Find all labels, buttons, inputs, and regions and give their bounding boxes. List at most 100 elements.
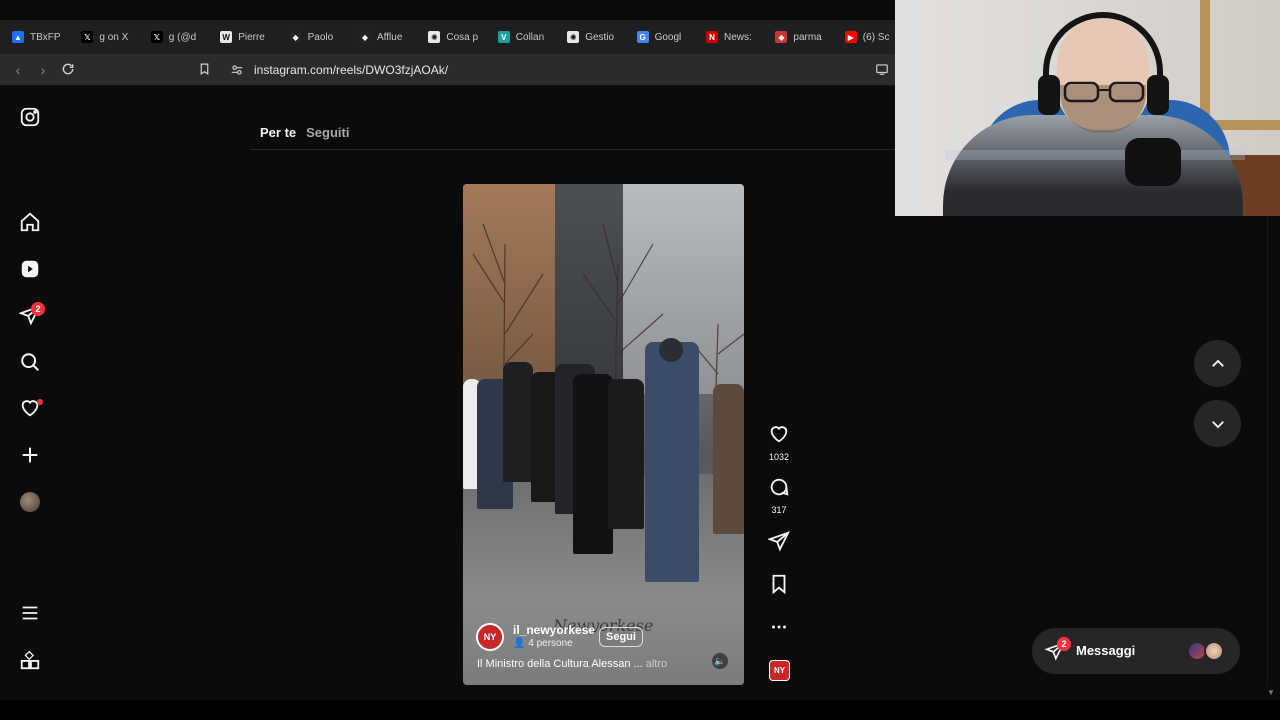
scene-person [573,374,613,554]
site-icon: ◆ [289,31,302,43]
forward-icon[interactable]: › [35,62,51,78]
news-icon: N [706,31,718,43]
more-apps-icon[interactable] [18,648,42,672]
like-button[interactable]: 1032 [767,423,791,462]
browser-tab-label: Paolo [307,31,334,43]
scene-person [659,338,683,362]
scene-person [713,384,744,534]
chevron-down-icon [1211,420,1224,428]
webcam-headset-ear [1038,75,1060,115]
v-icon: V [497,31,510,43]
browser-tab-label: g (@d [168,31,197,43]
site-info-icon[interactable] [230,63,244,82]
comment-icon [770,478,789,496]
browser-tab[interactable]: ◆ parma [775,26,835,48]
like-count: 1032 [768,452,790,462]
browser-tab-label: News: [724,31,752,43]
tab-following[interactable]: Seguiti [306,125,349,140]
bookmark-page-icon[interactable] [196,62,212,78]
site-icon: ◆ [775,31,788,43]
reload-icon[interactable] [60,62,76,78]
comment-button[interactable]: 317 [767,476,791,515]
scrollbar[interactable] [1267,216,1280,686]
webcam-headset-ear [1147,75,1169,115]
heart-icon [770,426,788,443]
browser-tab[interactable]: 𝕏g (@d [150,26,211,48]
messages-label: Messaggi [1076,643,1136,658]
reel-people-label: 4 persone [528,638,573,649]
browser-tab-label: g on X [99,31,129,43]
reel-username[interactable]: il_newyorkese [513,623,595,637]
webcam-headset [1043,12,1163,102]
webcam-jacket-stripe [945,150,1245,160]
webcam-wall-mirror [1200,0,1280,130]
search-icon[interactable] [18,350,42,374]
profile-avatar[interactable] [18,490,42,514]
browser-tab[interactable]: ◆ Paolo [289,26,350,48]
person-icon: 👤 [513,638,526,649]
browser-tab[interactable]: W Pierre [220,26,280,48]
x-icon: 𝕏 [150,31,163,43]
browser-tab-label: TBxFP [30,31,61,43]
browser-tab-label: (6) Sc [862,31,890,43]
scroll-down-arrow-icon[interactable]: ▼ [1267,688,1275,697]
url-text[interactable]: instagram.com/reels/DWO3fzjAOAk/ [254,63,448,77]
menu-icon[interactable] [18,601,42,625]
browser-tab[interactable]: V Collan [497,26,558,48]
audio-source-avatar[interactable]: NY [769,660,790,681]
scene-person [645,342,699,582]
feed-tabs: Per te Seguiti [260,125,349,140]
bookmark-icon [772,574,786,595]
conversation-avatar [1204,641,1224,661]
browser-tab[interactable]: ▲ TBxFP [12,26,72,48]
home-icon[interactable] [18,210,42,234]
webcam-microphone [1125,138,1181,186]
address-bar[interactable]: instagram.com/reels/DWO3fzjAOAk/ [222,58,902,82]
instagram-logo-icon[interactable] [18,105,42,129]
tab-for-you[interactable]: Per te [260,125,296,140]
reels-icon[interactable] [18,257,42,281]
browser-tab-label: Googl [654,31,682,43]
messages-badge: 2 [1057,637,1071,651]
reel-caption[interactable]: Il Ministro della Cultura Alessan ... al… [477,658,667,670]
create-icon[interactable] [18,443,42,467]
chatgpt-icon: ✺ [567,31,580,43]
reel-author-avatar[interactable]: NY [476,623,504,651]
webcam-overlay [895,0,1280,216]
scene-person [503,362,533,482]
browser-tab-label: Pierre [238,31,265,43]
back-icon[interactable]: ‹ [10,62,26,78]
browser-tab-label: Cosa p [446,31,479,43]
browser-tab[interactable]: ◆ Afflue [359,26,419,48]
browser-tab-label: Afflue [377,31,403,43]
browser-tab[interactable]: G Googl [636,26,697,48]
more-icon [772,625,786,629]
browser-tab-label: Collan [515,31,545,43]
reel-caption-text: Il Ministro della Cultura Alessan ... [477,658,643,670]
notifications-badge: 2 [31,302,45,316]
previous-reel-button[interactable] [1194,340,1241,387]
browser-tab-label: parma [793,31,822,43]
browser-tab[interactable]: ✺ Cosa p [428,26,488,48]
scene-person [608,379,644,529]
comment-count: 317 [771,505,787,515]
save-button[interactable] [767,573,791,600]
browser-tab-label: Gestio [585,31,615,43]
share-button[interactable] [767,530,791,557]
next-reel-button[interactable] [1194,400,1241,447]
wikipedia-icon: W [220,31,233,43]
taskbar-strip [0,700,1280,720]
browser-tab[interactable]: ✺ Gestio [567,26,627,48]
messages-button[interactable]: 2 Messaggi [1032,628,1240,674]
browser-tab[interactable]: N News: [706,26,766,48]
x-icon: 𝕏 [81,31,94,43]
drive-icon: ▲ [12,31,24,43]
reel-collab-count[interactable]: 👤 4 persone [513,638,573,649]
browser-tab[interactable]: 𝕏g on X [81,26,141,48]
follow-button[interactable]: Segui [599,627,643,647]
more-options-button[interactable] [767,616,791,643]
reel-video[interactable]: Newyorkese NY il_newyorkese 👤 4 persone … [463,184,744,685]
speaker-icon[interactable]: 🔈 [712,653,728,669]
caption-more-link[interactable]: altro [646,658,667,670]
activity-dot [37,399,43,405]
